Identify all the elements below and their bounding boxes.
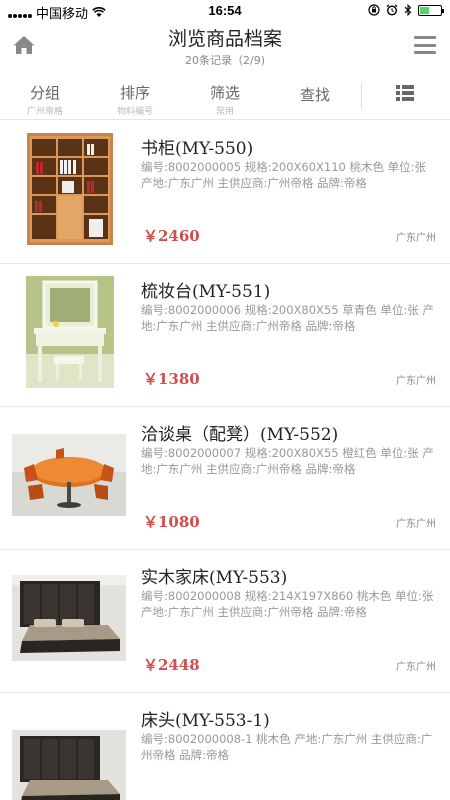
- product-image-dressing-table: [14, 276, 126, 388]
- product-image-bookcase: [14, 133, 126, 245]
- sort-label: 排序: [119, 84, 150, 102]
- product-name: 实木家床(MY-553): [141, 568, 288, 588]
- bluetooth-icon: [404, 4, 412, 16]
- sort-value: 物料编号: [116, 107, 153, 117]
- list-view-button[interactable]: [396, 85, 414, 101]
- menu-button[interactable]: [414, 36, 436, 54]
- product-name: 床头(MY-553-1): [141, 711, 270, 731]
- group-label: 分组: [29, 84, 60, 102]
- filter-toolbar: 分组 广州帝格 排序 物料编号 筛选 常用 查找: [0, 76, 450, 120]
- product-price: ￥1380: [143, 370, 200, 388]
- product-origin: 广东广州: [396, 233, 436, 244]
- group-button[interactable]: 分组 广州帝格: [0, 82, 90, 117]
- product-item[interactable]: 实木家床(MY-553) 编号:8002000008 规格:214X197X86…: [0, 550, 450, 693]
- product-details: 编号:8002000008-1 桃木色 产地:广东广州 主供应商:广州帝格 品牌…: [141, 732, 433, 762]
- list-view-icon: [396, 85, 414, 101]
- product-image-conference-table: [12, 419, 126, 531]
- product-details: 编号:8002000006 规格:200X80X55 草青色 单位:张 产地:广…: [141, 303, 434, 333]
- page-title: 浏览商品档案: [167, 28, 282, 50]
- group-value: 广州帝格: [26, 107, 63, 117]
- product-item[interactable]: 书柜(MY-550) 编号:8002000005 规格:200X60X110 桃…: [0, 121, 450, 264]
- filter-button[interactable]: 筛选 常用: [180, 82, 270, 117]
- filter-value: 常用: [215, 107, 234, 117]
- product-image-headboard: [12, 705, 126, 800]
- battery-icon: [418, 4, 444, 16]
- product-price: ￥2460: [143, 227, 200, 245]
- status-bar: 中国移动 16:54: [0, 0, 450, 22]
- product-list: 书柜(MY-550) 编号:8002000005 规格:200X60X110 桃…: [0, 121, 450, 800]
- product-origin: 广东广州: [396, 376, 436, 387]
- product-item[interactable]: 梳妆台(MY-551) 编号:8002000006 规格:200X80X55 草…: [0, 264, 450, 407]
- product-details: 编号:8002000005 规格:200X60X110 桃木色 单位:张 产地:…: [141, 160, 427, 190]
- product-item[interactable]: 床头(MY-553-1) 编号:8002000008-1 桃木色 产地:广东广州…: [0, 693, 450, 800]
- product-price: ￥1080: [143, 513, 200, 531]
- product-details: 编号:8002000007 规格:200X80X55 橙红色 单位:张 产地:广…: [141, 446, 434, 476]
- product-origin: 广东广州: [396, 519, 436, 530]
- hamburger-menu-icon: [414, 36, 436, 39]
- product-image-wood-bed: [12, 562, 126, 674]
- filter-label: 筛选: [209, 84, 240, 102]
- search-button[interactable]: 查找: [270, 84, 360, 105]
- orientation-lock-icon: [368, 4, 380, 16]
- product-name: 书柜(MY-550): [141, 139, 254, 159]
- record-count: 20条记录（2/9): [185, 54, 265, 67]
- search-label: 查找: [299, 86, 330, 104]
- toolbar-divider: [361, 83, 362, 109]
- product-name: 洽谈桌（配凳）(MY-552): [141, 425, 339, 445]
- product-name: 梳妆台(MY-551): [141, 282, 271, 302]
- product-origin: 广东广州: [396, 662, 436, 673]
- app-header: 浏览商品档案 20条记录（2/9): [0, 22, 450, 70]
- product-price: ￥2448: [143, 656, 200, 674]
- sort-button[interactable]: 排序 物料编号: [90, 82, 180, 117]
- product-item[interactable]: 洽谈桌（配凳）(MY-552) 编号:8002000007 规格:200X80X…: [0, 407, 450, 550]
- product-details: 编号:8002000008 规格:214X197X860 桃木色 单位:张 产地…: [141, 589, 434, 619]
- status-right: [368, 4, 444, 16]
- alarm-icon: [386, 4, 398, 16]
